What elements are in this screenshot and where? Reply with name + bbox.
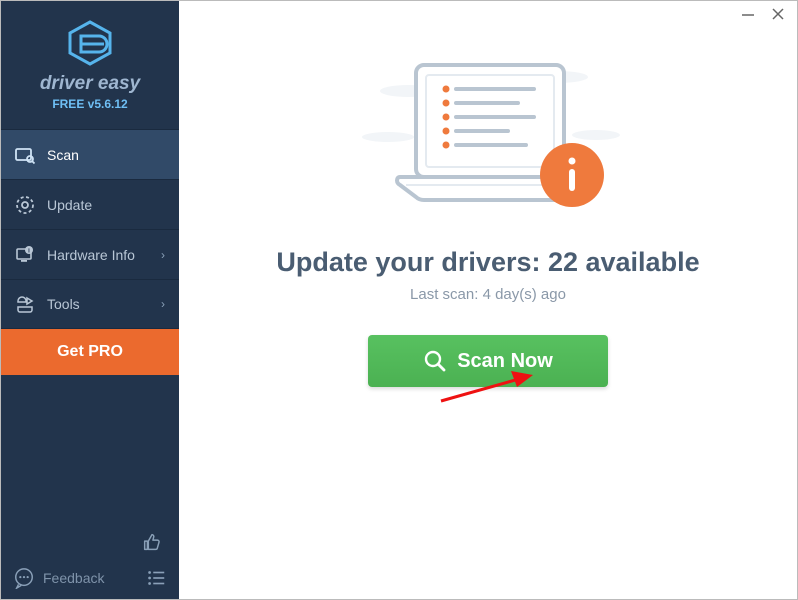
chevron-right-icon: › xyxy=(161,248,165,262)
thumbs-up-button[interactable] xyxy=(13,525,167,559)
scan-icon xyxy=(15,145,35,165)
main-panel: Update your drivers: 22 available Last s… xyxy=(179,1,797,599)
sidebar-item-hardware-info[interactable]: i Hardware Info › xyxy=(1,229,179,279)
tools-icon xyxy=(15,294,35,314)
search-icon xyxy=(423,349,447,373)
scan-now-button[interactable]: Scan Now xyxy=(368,335,608,387)
feedback-row: Feedback xyxy=(13,559,167,589)
nav: Scan Update i Hardware Info › Tools xyxy=(1,129,179,329)
close-button[interactable] xyxy=(771,7,785,21)
sidebar: driver easy FREE v5.6.12 Scan Update i xyxy=(1,1,179,599)
window-controls xyxy=(729,1,797,29)
feedback-label[interactable]: Feedback xyxy=(43,570,104,586)
headline: Update your drivers: 22 available xyxy=(276,247,699,278)
sidebar-item-label: Hardware Info xyxy=(47,247,135,263)
feedback-icon[interactable] xyxy=(13,567,35,589)
scan-now-label: Scan Now xyxy=(457,350,553,373)
hardware-info-icon: i xyxy=(15,245,35,265)
chevron-right-icon: › xyxy=(161,297,165,311)
update-icon xyxy=(15,195,35,215)
sidebar-item-label: Tools xyxy=(47,296,80,312)
logo-icon xyxy=(66,19,114,67)
menu-list-icon[interactable] xyxy=(145,567,167,589)
brand-name: driver easy xyxy=(1,73,179,95)
last-scan-label: Last scan: 4 day(s) ago xyxy=(410,286,566,303)
version-label: FREE v5.6.12 xyxy=(1,97,179,111)
sidebar-item-tools[interactable]: Tools › xyxy=(1,279,179,329)
get-pro-button[interactable]: Get PRO xyxy=(1,329,179,375)
app-window: driver easy FREE v5.6.12 Scan Update i xyxy=(0,0,798,600)
logo-block: driver easy FREE v5.6.12 xyxy=(1,1,179,121)
sidebar-item-label: Scan xyxy=(47,147,79,163)
sidebar-item-scan[interactable]: Scan xyxy=(1,129,179,179)
sidebar-item-label: Update xyxy=(47,197,92,213)
get-pro-label: Get PRO xyxy=(57,343,123,361)
sidebar-item-update[interactable]: Update xyxy=(1,179,179,229)
laptop-illustration xyxy=(348,57,628,225)
minimize-button[interactable] xyxy=(741,7,755,21)
sidebar-footer: Feedback xyxy=(1,515,179,599)
